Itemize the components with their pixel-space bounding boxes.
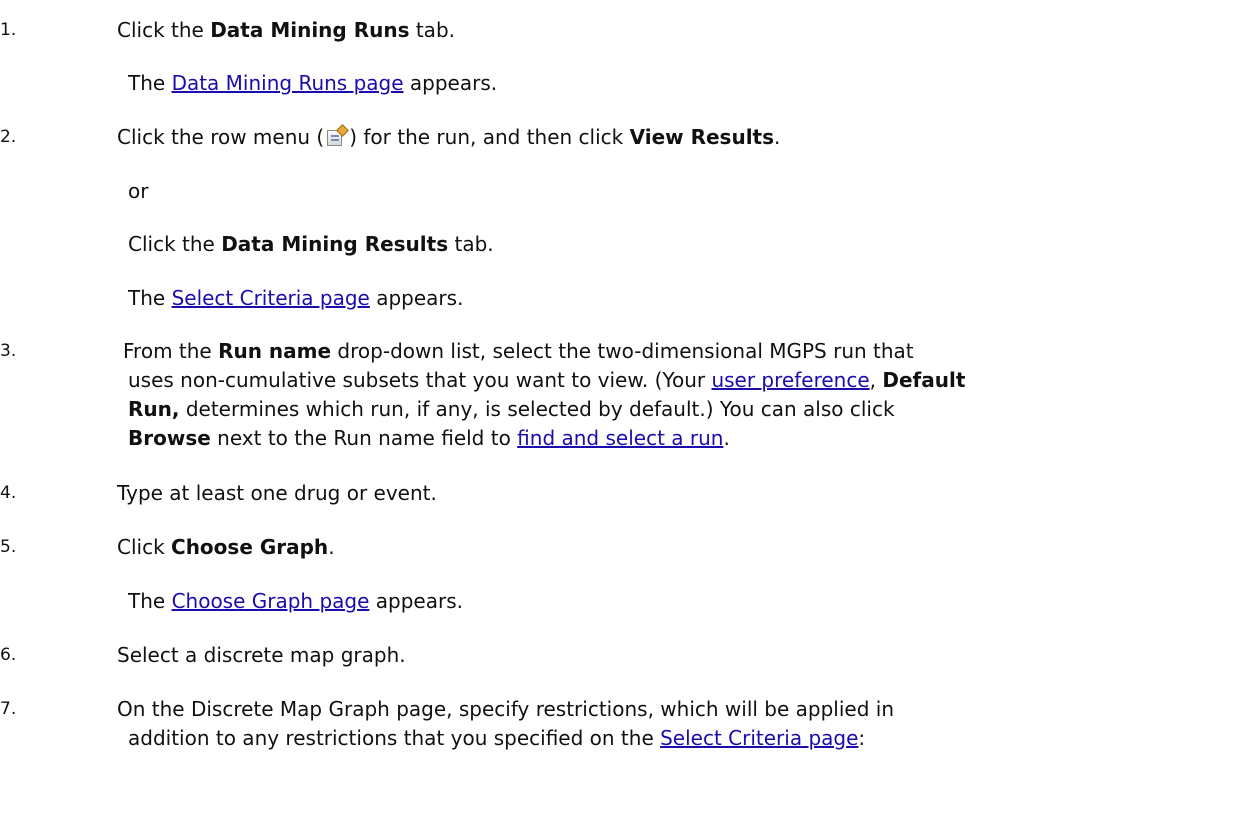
select-criteria-page-link-2[interactable]: Select Criteria page	[660, 726, 858, 750]
select-criteria-page-link[interactable]: Select Criteria page	[172, 286, 370, 310]
step-number: 1.	[0, 20, 17, 40]
data-mining-runs-page-link[interactable]: Data Mining Runs page	[172, 71, 404, 95]
step-number: 3.	[0, 341, 17, 361]
step-number: 2.	[0, 127, 17, 147]
step-text: Click the Data Mining Runs tab.	[117, 18, 455, 42]
step-text: On the Discrete Map Graph page, specify …	[117, 697, 894, 721]
step-text: Click Choose Graph.	[117, 535, 335, 559]
step-text: Select a discrete map graph.	[117, 643, 406, 667]
step-number: 6.	[0, 645, 17, 665]
step-number: 7.	[0, 699, 17, 719]
step-text: Type at least one drug or event.	[117, 481, 437, 505]
row-menu-icon	[326, 124, 350, 147]
step-number: 4.	[0, 483, 17, 503]
choose-graph-page-link[interactable]: Choose Graph page	[172, 589, 370, 613]
step-text: Click the row menu () for the run, and t…	[117, 124, 781, 149]
step-number: 5.	[0, 537, 17, 557]
step-text: From the Run name drop-down list, select…	[123, 339, 914, 363]
find-and-select-run-link[interactable]: find and select a run	[517, 426, 723, 450]
user-preference-link[interactable]: user preference	[711, 368, 869, 392]
